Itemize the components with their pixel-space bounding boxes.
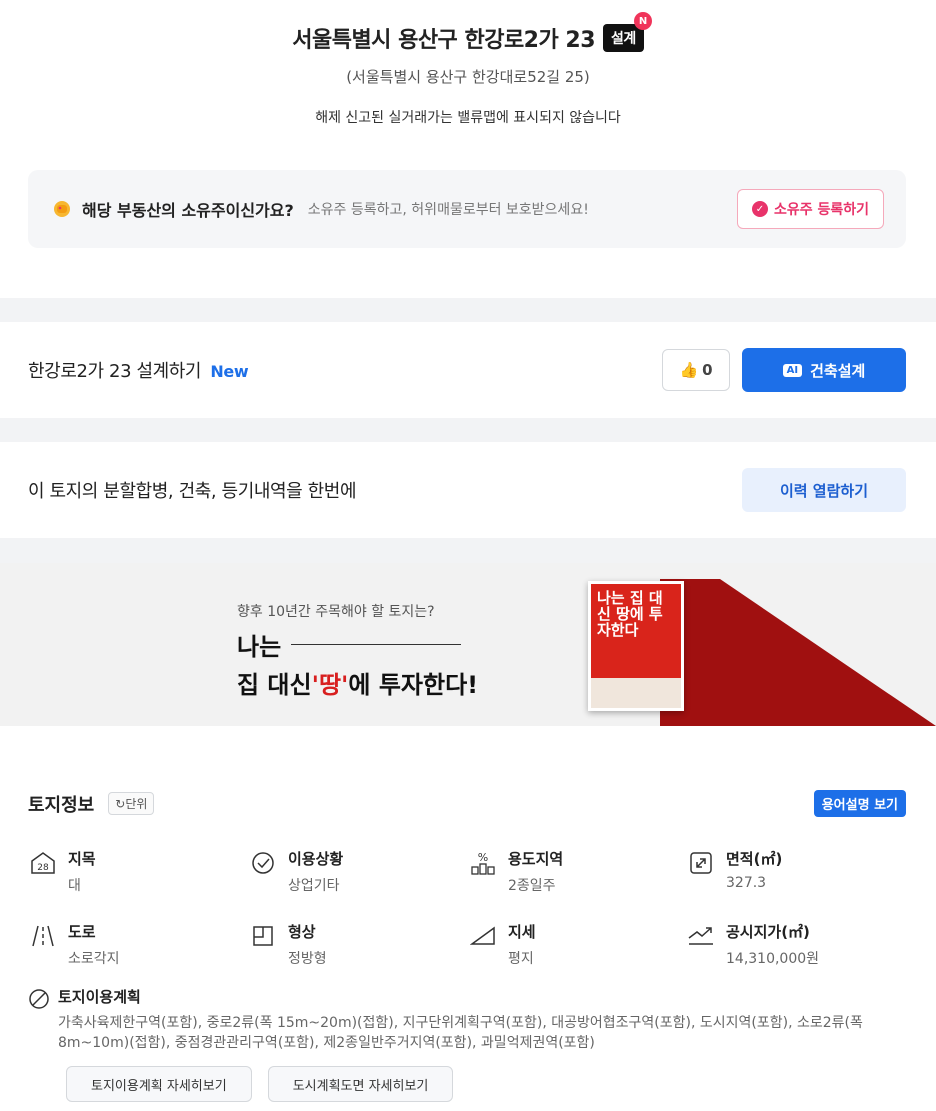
trend-icon <box>686 921 716 951</box>
history-row: 이 토지의 분할합병, 건축, 등기내역을 한번에 이력 열람하기 <box>0 442 936 538</box>
address-header: 서울특별시 용산구 한강로2가 23 설계 N (서울특별시 용산구 한강대로5… <box>0 0 936 127</box>
new-tag: New <box>210 362 249 381</box>
land-item-value: 대 <box>68 878 81 894</box>
divider <box>0 418 936 442</box>
glossary-button[interactable]: 용어설명 보기 <box>813 790 906 817</box>
shape-icon <box>248 921 278 951</box>
book-title: 나는 집 대신 땅에 투자한다 <box>597 589 663 639</box>
prohibited-icon <box>28 986 50 1053</box>
svg-text:%: % <box>478 851 488 864</box>
land-item: 공시지가(㎡) 14,310,000원 <box>686 921 906 968</box>
banner-line2-post: 에 투자한다! <box>348 671 479 699</box>
land-item: 지세평지 <box>468 921 686 968</box>
like-count: 0 <box>702 361 713 379</box>
banner-line2-pre: 집 대신 <box>237 671 312 699</box>
land-item-label: 형상 <box>288 923 316 941</box>
architecture-design-label: 건축설계 <box>810 361 866 380</box>
percent-icon: % <box>468 848 498 878</box>
design-badge[interactable]: 설계 N <box>603 12 652 52</box>
land-use-plan-value: 가축사육제한구역(포함), 중로2류(폭 15m~20m)(접함), 지구단위계… <box>58 1015 863 1051</box>
divider <box>0 298 936 322</box>
land-info-grid: 28 지목대 이용상황상업기타 % 용도지역 2종일주 면적(㎡) 327.3 도로… <box>28 848 906 968</box>
transaction-notice: 해제 신고된 실거래가는 밸류맵에 표시되지 않습니다 <box>315 110 621 126</box>
banner-line2: 집 대신'땅'에 투자한다! <box>237 665 478 700</box>
svg-text:28: 28 <box>37 863 49 873</box>
check-circle-icon <box>248 848 278 878</box>
land-use-plan-detail-button[interactable]: 토지이용계획 자세히보기 <box>66 1066 252 1102</box>
slope-icon <box>468 921 498 951</box>
refresh-icon: ↻ <box>115 797 126 811</box>
view-history-button[interactable]: 이력 열람하기 <box>742 468 906 512</box>
land-item: % 용도지역 2종일주 <box>468 848 686 895</box>
owner-banner: 해당 부동산의 소유주이신가요? 소유주 등록하고, 허위매물로부터 보호받으세… <box>28 170 906 248</box>
banner-line1-text: 나는 <box>237 633 282 661</box>
land-item-label: 지목 <box>68 850 96 868</box>
divider <box>0 538 936 563</box>
urban-plan-map-detail-button[interactable]: 도시계획도면 자세히보기 <box>267 1066 454 1102</box>
unit-toggle-button[interactable]: ↻단위 <box>108 792 155 815</box>
land-info-title: 토지정보 <box>28 794 95 816</box>
land-item: 도로소로각지 <box>28 921 248 968</box>
land-item-value: 소로각지 <box>68 951 120 967</box>
owner-description: 소유주 등록하고, 허위매물로부터 보호받으세요! <box>307 202 589 218</box>
like-button[interactable]: 👍 0 <box>662 349 730 391</box>
land-use-plan: 토지이용계획 가축사육제한구역(포함), 중로2류(폭 15m~20m)(접함)… <box>28 986 906 1053</box>
land-item-label: 면적(㎡) <box>726 850 783 868</box>
design-title: 한강로2가 23 설계하기 <box>28 361 202 382</box>
architecture-design-button[interactable]: AI 건축설계 <box>742 348 906 392</box>
banner-rule <box>291 644 462 645</box>
design-title-wrap: 한강로2가 23 설계하기 New <box>28 357 662 383</box>
design-badge-label: 설계 <box>611 31 636 47</box>
land-info-header: 토지정보 ↻단위 용어설명 보기 <box>28 790 906 817</box>
expand-icon <box>686 848 716 878</box>
road-icon <box>28 921 58 951</box>
land-item-value: 327.3 <box>726 875 767 891</box>
land-item: 28 지목대 <box>28 848 248 895</box>
land-item: 이용상황상업기타 <box>248 848 468 895</box>
owner-question: 해당 부동산의 소유주이신가요? <box>82 201 294 220</box>
ai-icon: AI <box>782 363 803 377</box>
check-icon: ✓ <box>751 201 768 217</box>
land-item-label: 도로 <box>68 923 96 941</box>
land-use-plan-label: 토지이용계획 <box>58 988 141 1006</box>
book-authors-strip <box>591 678 681 708</box>
address-title: 서울특별시 용산구 한강로2가 23 <box>292 28 595 53</box>
book-ad-banner[interactable]: 향후 10년간 주목해야 할 토지는? 나는 집 대신'땅'에 투자한다! 나는… <box>0 563 936 726</box>
land-item-label: 지세 <box>508 923 536 941</box>
land-item-value: 평지 <box>508 951 534 967</box>
land-item-value: 상업기타 <box>288 878 340 894</box>
banner-line2-red: '땅' <box>311 671 349 699</box>
land-item: 면적(㎡) 327.3 <box>686 848 906 895</box>
banner-line1: 나는 <box>237 627 462 662</box>
land-item-value: 2종일주 <box>508 878 556 894</box>
new-dot: N <box>633 12 652 30</box>
28-icon: 28 <box>28 848 58 878</box>
land-item-value: 정방형 <box>288 951 327 967</box>
unit-label: 단위 <box>125 797 148 811</box>
book-cover: 나는 집 대신 땅에 투자한다 <box>588 581 684 711</box>
thumbs-up-icon: 👍 <box>679 361 699 379</box>
land-item: 형상정방형 <box>248 921 468 968</box>
banner-question: 향후 10년간 주목해야 할 토지는? <box>237 604 435 620</box>
register-owner-button[interactable]: ✓ 소유주 등록하기 <box>736 189 884 229</box>
red-triangle <box>660 579 936 726</box>
road-address: (서울특별시 용산구 한강대로52길 25) <box>346 68 590 86</box>
detail-buttons: 토지이용계획 자세히보기 도시계획도면 자세히보기 <box>66 1066 454 1102</box>
history-title: 이 토지의 분할합병, 건축, 등기내역을 한번에 <box>28 481 357 502</box>
land-item-label: 공시지가(㎡) <box>726 923 810 941</box>
land-item-label: 용도지역 <box>508 850 564 868</box>
land-item-value: 14,310,000원 <box>726 951 820 967</box>
register-owner-label: 소유주 등록하기 <box>773 202 869 218</box>
land-item-label: 이용상황 <box>288 850 344 868</box>
hand-icon <box>54 201 70 217</box>
address-title-row: 서울특별시 용산구 한강로2가 23 설계 N <box>292 12 652 54</box>
design-row: 한강로2가 23 설계하기 New 👍 0 AI 건축설계 <box>0 322 936 418</box>
